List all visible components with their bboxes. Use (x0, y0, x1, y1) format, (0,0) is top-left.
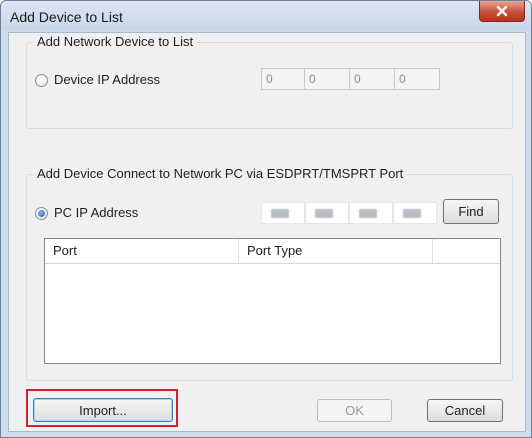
redacted-octet (315, 209, 333, 218)
device-ip-radio-label[interactable]: Device IP Address (54, 72, 160, 87)
pc-ip-radio[interactable] (35, 207, 48, 220)
dialog-body: Add Network Device to List Device IP Add… (8, 32, 526, 432)
device-ip-octet-4: 0 (394, 68, 440, 90)
pc-ip-octet-3[interactable] (349, 202, 393, 224)
pc-group-label: Add Device Connect to Network PC via ESD… (34, 166, 407, 181)
pc-ip-octet-1[interactable] (261, 202, 305, 224)
redacted-octet (271, 209, 289, 218)
column-header-filler (433, 239, 499, 263)
redacted-octet (403, 209, 421, 218)
column-header-port-type[interactable]: Port Type (239, 239, 433, 263)
port-table[interactable]: Port Port Type (44, 238, 501, 364)
add-device-dialog: Add Device to List Add Network Device to… (0, 0, 532, 438)
device-ip-octet-3: 0 (349, 68, 395, 90)
find-button[interactable]: Find (443, 199, 499, 224)
title-bar: Add Device to List (1, 1, 531, 31)
redacted-octet (359, 209, 377, 218)
device-ip-octet-1: 0 (261, 68, 305, 90)
close-x-icon (496, 5, 508, 17)
column-header-port[interactable]: Port (45, 239, 239, 263)
network-group-label: Add Network Device to List (34, 34, 197, 49)
close-button[interactable] (479, 1, 525, 22)
port-table-header: Port Port Type (45, 239, 500, 264)
device-ip-octet-2: 0 (304, 68, 350, 90)
ok-button[interactable]: OK (317, 399, 392, 422)
pc-ip-octet-2[interactable] (305, 202, 349, 224)
pc-ip-octet-4[interactable] (393, 202, 437, 224)
dialog-title: Add Device to List (10, 9, 123, 25)
network-device-group: Add Network Device to List Device IP Add… (26, 34, 513, 129)
cancel-button[interactable]: Cancel (427, 399, 503, 422)
pc-ip-radio-label[interactable]: PC IP Address (54, 205, 138, 220)
pc-connect-group: Add Device Connect to Network PC via ESD… (26, 166, 513, 381)
import-highlight-box (26, 389, 178, 427)
device-ip-radio[interactable] (35, 74, 48, 87)
